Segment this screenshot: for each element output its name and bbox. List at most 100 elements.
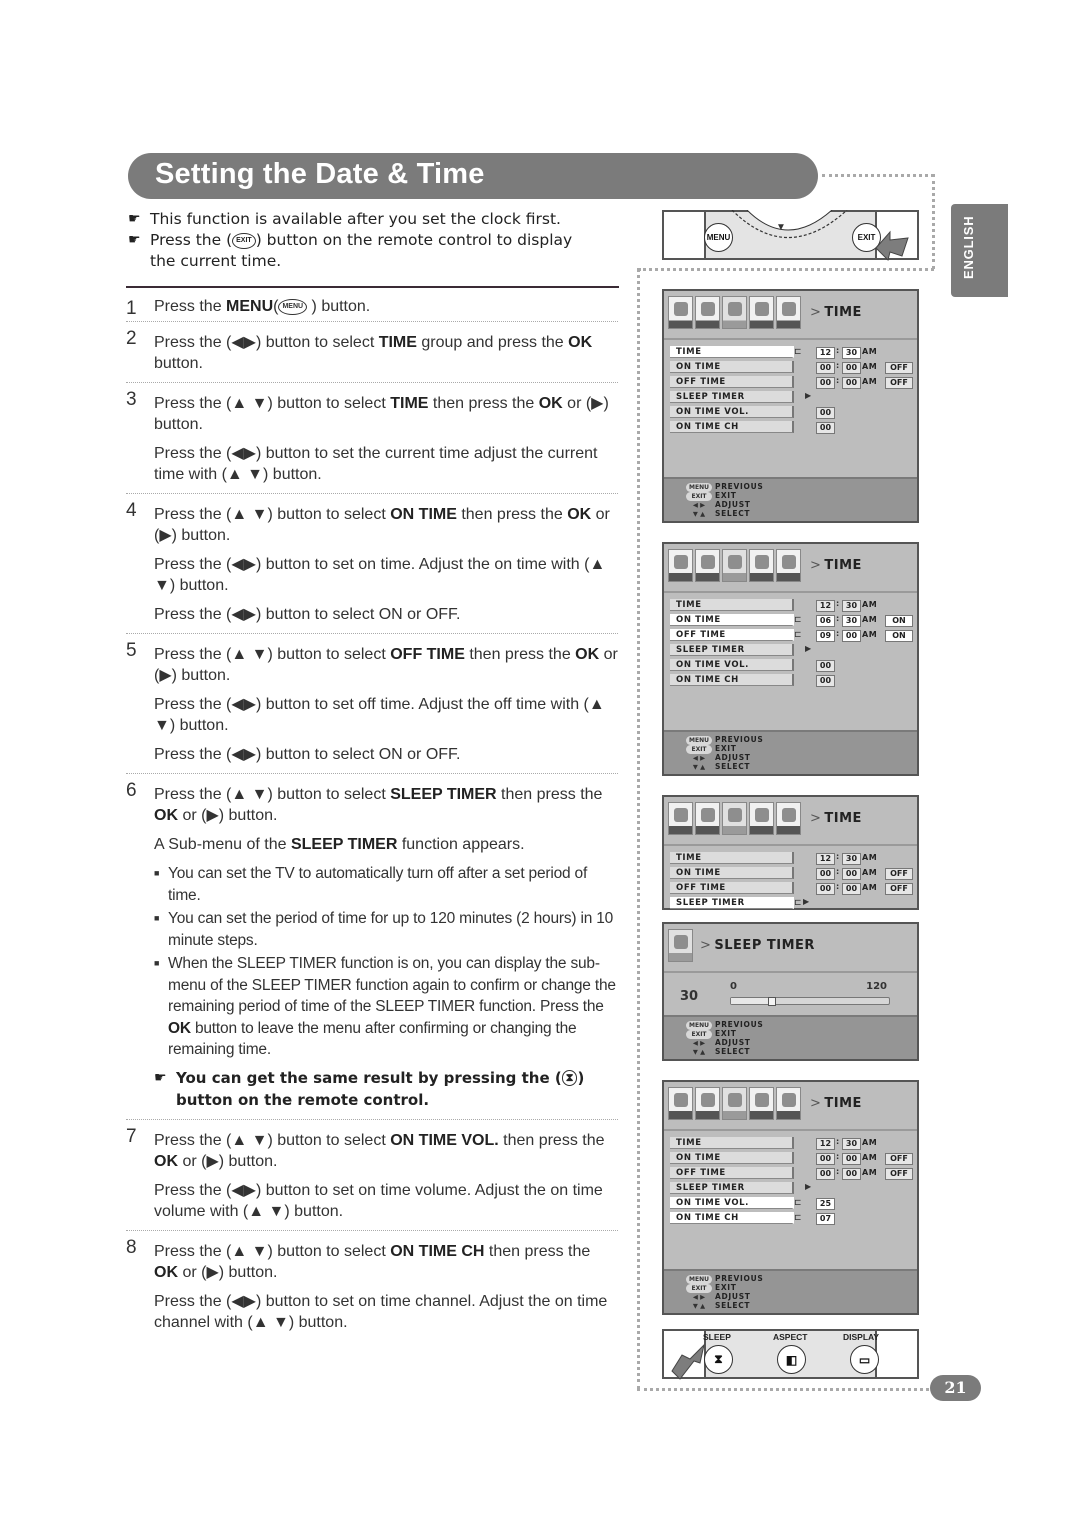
- osd-row-label[interactable]: ON TIME: [670, 867, 794, 879]
- osd-menu-row[interactable]: TIME ⊏ 12:30 AM: [664, 345, 917, 360]
- on-off-field[interactable]: OFF: [885, 883, 913, 895]
- value-field[interactable]: 25: [816, 1198, 835, 1210]
- sound-icon[interactable]: [695, 1087, 720, 1120]
- osd-menu-row[interactable]: SLEEP TIMER ▶: [664, 1181, 917, 1196]
- osd-row-label[interactable]: ON TIME VOL.: [670, 659, 794, 671]
- osd-menu-row[interactable]: OFF TIME ⊏ 09:00 AM ON: [664, 628, 917, 643]
- hour-field[interactable]: 00: [816, 377, 835, 389]
- setup-icon[interactable]: [749, 1087, 774, 1120]
- minute-field[interactable]: 30: [842, 347, 861, 359]
- hour-field[interactable]: 12: [816, 1138, 835, 1150]
- osd-row-label[interactable]: ON TIME CH: [670, 674, 794, 686]
- osd-row-label[interactable]: ON TIME: [670, 1152, 794, 1164]
- osd-menu-row[interactable]: OFF TIME 00:00 AM OFF: [664, 375, 917, 390]
- minute-field[interactable]: 30: [842, 1138, 861, 1150]
- minute-field[interactable]: 00: [842, 868, 861, 880]
- osd-row-label[interactable]: SLEEP TIMER: [670, 391, 794, 403]
- osd-menu-row[interactable]: SLEEP TIMER ▶: [664, 390, 917, 405]
- value-field[interactable]: 00: [816, 407, 835, 419]
- osd-menu-row[interactable]: ON TIME ⊏ 06:30 AM ON: [664, 613, 917, 628]
- osd-row-label[interactable]: ON TIME VOL.: [670, 406, 794, 418]
- osd-row-label[interactable]: ON TIME: [670, 361, 794, 373]
- hour-field[interactable]: 12: [816, 600, 835, 612]
- picture-icon[interactable]: [668, 1087, 693, 1120]
- setup-icon[interactable]: [749, 549, 774, 582]
- on-off-field[interactable]: OFF: [885, 377, 913, 389]
- time-icon[interactable]: [722, 549, 747, 582]
- hour-field[interactable]: 00: [816, 883, 835, 895]
- input-icon[interactable]: [776, 802, 801, 835]
- osd-menu-row[interactable]: TIME 12:30 AM: [664, 851, 917, 866]
- osd-row-label[interactable]: SLEEP TIMER: [670, 897, 794, 909]
- osd-row-label[interactable]: TIME: [670, 1137, 794, 1149]
- minute-field[interactable]: 00: [842, 883, 861, 895]
- osd-row-label[interactable]: OFF TIME: [670, 376, 794, 388]
- hour-field[interactable]: 00: [816, 1153, 835, 1165]
- picture-icon[interactable]: [668, 296, 693, 329]
- hour-field[interactable]: 12: [816, 853, 835, 865]
- time-icon[interactable]: [722, 802, 747, 835]
- value-field[interactable]: 07: [816, 1213, 835, 1225]
- osd-menu-row[interactable]: ON TIME VOL. ⊏ 25: [664, 1196, 917, 1211]
- osd-menu-row[interactable]: SLEEP TIMER ▶: [664, 643, 917, 658]
- hour-field[interactable]: 06: [816, 615, 835, 627]
- minute-field[interactable]: 30: [842, 600, 861, 612]
- input-icon[interactable]: [776, 1087, 801, 1120]
- osd-menu-row[interactable]: ON TIME 00:00 AM OFF: [664, 866, 917, 881]
- time-icon[interactable]: [722, 1087, 747, 1120]
- osd-menu-row[interactable]: ON TIME CH 00: [664, 673, 917, 688]
- on-off-field[interactable]: OFF: [885, 1153, 913, 1165]
- osd-menu-row[interactable]: ON TIME VOL. 00: [664, 658, 917, 673]
- osd-row-label[interactable]: ON TIME CH: [670, 1212, 794, 1224]
- osd-row-label[interactable]: ON TIME CH: [670, 421, 794, 433]
- osd-row-label[interactable]: OFF TIME: [670, 1167, 794, 1179]
- value-field[interactable]: 00: [816, 660, 835, 672]
- on-off-field[interactable]: OFF: [885, 868, 913, 880]
- minute-field[interactable]: 00: [842, 377, 861, 389]
- on-off-field[interactable]: ON: [885, 630, 913, 642]
- input-icon[interactable]: [776, 549, 801, 582]
- osd-row-label[interactable]: ON TIME VOL.: [670, 1197, 794, 1209]
- minute-field[interactable]: 00: [842, 630, 861, 642]
- value-field[interactable]: 00: [816, 675, 835, 687]
- osd-menu-row[interactable]: ON TIME 00:00 AM OFF: [664, 1151, 917, 1166]
- osd-menu-row[interactable]: OFF TIME 00:00 AM OFF: [664, 881, 917, 896]
- value-field[interactable]: 00: [816, 422, 835, 434]
- slider-handle[interactable]: [767, 997, 776, 1006]
- minute-field[interactable]: 00: [842, 1168, 861, 1180]
- minute-field[interactable]: 00: [842, 1153, 861, 1165]
- osd-row-label[interactable]: ON TIME: [670, 614, 794, 626]
- hour-field[interactable]: 00: [816, 362, 835, 374]
- osd-row-label[interactable]: TIME: [670, 852, 794, 864]
- osd-row-label[interactable]: TIME: [670, 599, 794, 611]
- hour-field[interactable]: 12: [816, 347, 835, 359]
- hour-field[interactable]: 00: [816, 868, 835, 880]
- on-off-field[interactable]: OFF: [885, 362, 913, 374]
- osd-menu-row[interactable]: ON TIME CH ⊏ 07: [664, 1211, 917, 1226]
- osd-row-label[interactable]: SLEEP TIMER: [670, 1182, 794, 1194]
- minute-field[interactable]: 00: [842, 362, 861, 374]
- picture-icon[interactable]: [668, 549, 693, 582]
- osd-row-label[interactable]: OFF TIME: [670, 629, 794, 641]
- sound-icon[interactable]: [695, 802, 720, 835]
- hour-field[interactable]: 00: [816, 1168, 835, 1180]
- on-off-field[interactable]: ON: [885, 615, 913, 627]
- picture-icon[interactable]: [668, 802, 693, 835]
- setup-icon[interactable]: [749, 296, 774, 329]
- picture-icon[interactable]: [668, 929, 693, 962]
- osd-menu-row[interactable]: OFF TIME 00:00 AM OFF: [664, 1166, 917, 1181]
- osd-menu-row[interactable]: TIME 12:30 AM: [664, 1136, 917, 1151]
- on-off-field[interactable]: OFF: [885, 1168, 913, 1180]
- osd-menu-row[interactable]: ON TIME 00:00 AM OFF: [664, 360, 917, 375]
- osd-menu-row[interactable]: ON TIME CH 00: [664, 420, 917, 435]
- sound-icon[interactable]: [695, 296, 720, 329]
- minute-field[interactable]: 30: [842, 615, 861, 627]
- osd-row-label[interactable]: OFF TIME: [670, 882, 794, 894]
- osd-row-label[interactable]: SLEEP TIMER: [670, 644, 794, 656]
- osd-menu-row[interactable]: ON TIME VOL. 00: [664, 405, 917, 420]
- minute-field[interactable]: 30: [842, 853, 861, 865]
- time-icon[interactable]: [722, 296, 747, 329]
- sleep-timer-slider[interactable]: [730, 997, 890, 1006]
- osd-row-label[interactable]: TIME: [670, 346, 794, 358]
- osd-menu-row[interactable]: TIME 12:30 AM: [664, 598, 917, 613]
